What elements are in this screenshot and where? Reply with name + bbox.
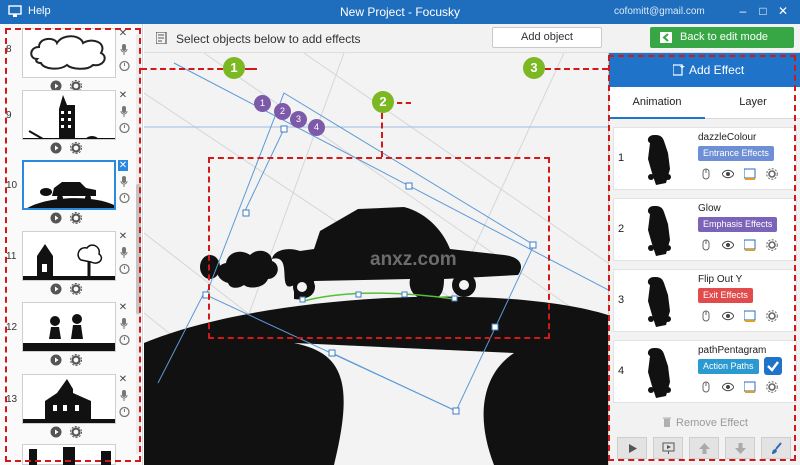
add-object-button[interactable]: Add object — [492, 27, 602, 48]
annotation-box-effects — [608, 55, 796, 461]
user-email[interactable]: cofomitt@gmail.com — [614, 6, 705, 17]
effect-order-badge[interactable]: 4 — [308, 119, 325, 136]
list-icon — [156, 32, 167, 44]
minimize-icon[interactable]: – — [735, 3, 751, 19]
effect-order-badge[interactable]: 3 — [290, 111, 307, 128]
annotation-connector — [381, 113, 383, 157]
annotation-box-canvas — [208, 157, 550, 339]
annotation-connector — [141, 68, 223, 70]
close-icon[interactable]: ✕ — [775, 3, 791, 19]
toolbar-hint: Select objects below to add effects — [176, 32, 361, 46]
effects-toolbar: Select objects below to add effects Add … — [144, 24, 800, 53]
annotation-connector — [245, 68, 257, 70]
title-bar: Help New Project - Focusky cofomitt@gmai… — [0, 0, 800, 24]
back-arrow-icon — [660, 32, 672, 43]
callout-badge: 2 — [372, 91, 394, 113]
annotation-connector — [397, 102, 411, 104]
callout-badge: 1 — [223, 57, 245, 79]
maximize-icon[interactable]: □ — [755, 3, 771, 19]
back-to-edit-label: Back to edit mode — [680, 31, 769, 43]
back-to-edit-button[interactable]: Back to edit mode — [650, 27, 794, 48]
callout-badge: 3 — [523, 57, 545, 79]
effect-order-badge[interactable]: 2 — [274, 103, 291, 120]
annotation-connector — [545, 68, 608, 70]
effect-order-badge[interactable]: 1 — [254, 95, 271, 112]
annotation-box-slides — [5, 28, 141, 462]
